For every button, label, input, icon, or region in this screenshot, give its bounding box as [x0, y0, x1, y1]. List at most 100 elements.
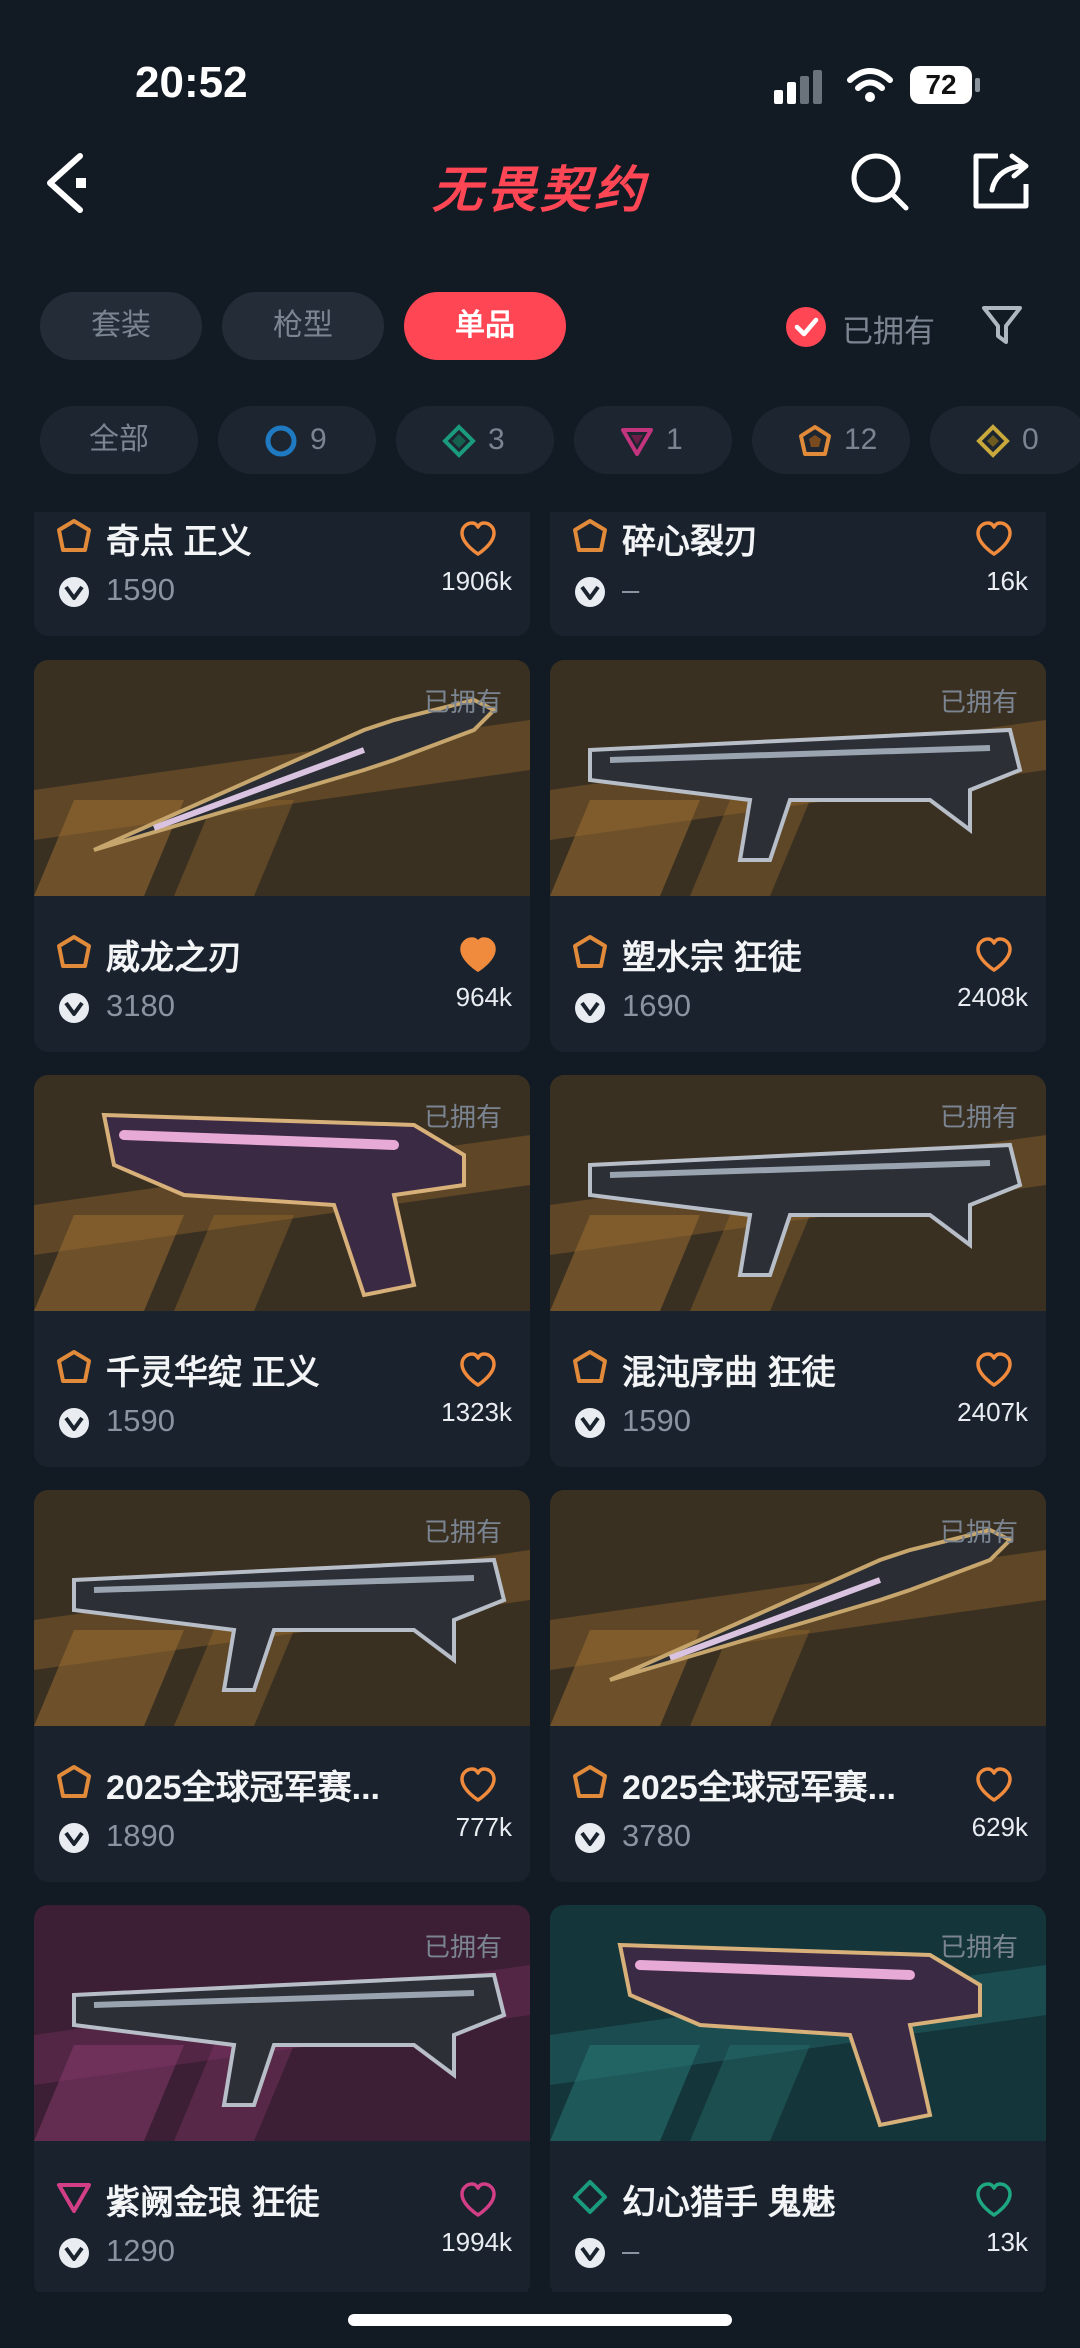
skin-card[interactable]: 已拥有 2025全球冠军赛... 3780 629k [550, 1490, 1046, 1882]
home-indicator[interactable] [348, 2314, 732, 2326]
like-count: 1906k [441, 566, 512, 596]
filter-icon[interactable] [980, 302, 1024, 348]
rarity-count: 12 [844, 423, 878, 456]
tier-icon [57, 519, 91, 552]
heart-icon[interactable] [974, 520, 1014, 556]
tier-icon [573, 935, 607, 968]
rarity-count: 1 [666, 423, 683, 456]
deluxe-tier-icon [442, 424, 476, 458]
heart-icon[interactable] [974, 1766, 1014, 1802]
like-count: 2408k [957, 982, 1028, 1012]
owned-filter-label[interactable]: 已拥有 [842, 306, 935, 351]
skin-card[interactable]: 已拥有 千灵华绽 正义 1590 1323k [34, 1075, 530, 1467]
like-count: 16k [986, 566, 1028, 596]
heart-icon[interactable] [974, 936, 1014, 972]
rarity-count: 3 [488, 423, 505, 456]
skin-name: 奇点 正义 [106, 523, 252, 561]
share-icon[interactable] [970, 150, 1032, 212]
skin-price: 1890 [106, 1818, 175, 1853]
wifi-icon [847, 68, 893, 102]
premium-tier-icon [621, 428, 653, 456]
like-count: 1323k [441, 1397, 512, 1427]
skin-card[interactable]: 已拥有 混沌序曲 狂徒 1590 2407k [550, 1075, 1046, 1467]
rarity-count: 9 [310, 423, 327, 456]
skin-price: – [622, 572, 640, 607]
heart-icon[interactable] [458, 1766, 498, 1802]
battery-level: 72 [925, 69, 957, 100]
owned-tag: 已拥有 [423, 1932, 502, 1962]
rarity-chip-all[interactable]: 全部 [40, 406, 198, 474]
heart-filled-icon[interactable] [458, 936, 498, 972]
skin-price: 1590 [622, 1403, 691, 1438]
tier-icon [573, 1350, 607, 1383]
skin-card[interactable]: 已拥有 幻心猎手 鬼魅 – 13k [550, 1905, 1046, 2292]
skin-name: 幻心猎手 鬼魅 [622, 2184, 836, 2222]
rarity-chip-premium[interactable]: 1 [574, 406, 732, 474]
exclusive-tier-icon [799, 425, 831, 456]
rarity-chip-select[interactable]: 9 [218, 406, 376, 474]
tier-icon [57, 935, 91, 968]
skin-card[interactable]: 已拥有 威龙之刃 3180 964k [34, 660, 530, 1052]
skin-price: 1690 [622, 988, 691, 1023]
like-count: 13k [986, 2227, 1028, 2257]
skin-card[interactable]: 已拥有 塑水宗 狂徒 1690 2408k [550, 660, 1046, 1052]
like-count: 629k [971, 1812, 1028, 1842]
skin-name: 混沌序曲 狂徒 [622, 1354, 836, 1392]
owned-tag: 已拥有 [423, 1517, 502, 1547]
search-icon[interactable] [850, 152, 910, 212]
skin-card[interactable]: 奇点 正义 1590 1906k [34, 512, 530, 636]
heart-icon[interactable] [458, 1351, 498, 1387]
valorant-points-icon [575, 1823, 605, 1853]
valorant-points-icon [575, 577, 605, 607]
rarity-chip-exclusive[interactable]: 12 [752, 406, 910, 474]
heart-icon[interactable] [458, 520, 498, 556]
status-bar: 20:52 72 [0, 0, 1080, 130]
rarity-chip-ultra[interactable]: 0 [930, 406, 1080, 474]
skin-name: 紫阙金琅 狂徒 [106, 2184, 320, 2222]
heart-icon[interactable] [974, 1351, 1014, 1387]
like-count: 964k [455, 982, 512, 1012]
skin-name: 碎心裂刃 [622, 523, 758, 561]
select-tier-icon [265, 425, 297, 457]
skin-price: 1290 [106, 2233, 175, 2268]
valorant-points-icon [59, 2238, 89, 2268]
owned-tag: 已拥有 [939, 1102, 1018, 1132]
skin-grid: 奇点 正义 1590 1906k 碎心裂刃 –16k 已拥有 威龙之刃 3180 964k 已拥有… [0, 512, 1080, 2292]
tier-icon [573, 1765, 607, 1798]
skin-name: 千灵华绽 正义 [106, 1354, 320, 1392]
like-count: 1994k [441, 2227, 512, 2257]
valorant-points-icon [575, 1408, 605, 1438]
skin-name: 威龙之刃 [106, 939, 242, 977]
like-count: 777k [455, 1812, 512, 1842]
rarity-chip-all-label: 全部 [89, 423, 149, 456]
cellular-signal-icon [774, 70, 822, 104]
valorant-points-icon [59, 1408, 89, 1438]
owned-tag: 已拥有 [423, 687, 502, 717]
skin-name: 2025全球冠军赛... [106, 1769, 380, 1807]
skin-card[interactable]: 已拥有紫阙金琅 狂徒 1290 1994k [34, 1905, 530, 2292]
skin-price: – [622, 2233, 640, 2268]
skin-price: 1590 [106, 572, 175, 607]
skin-card[interactable]: 碎心裂刃 – 16k [550, 512, 1046, 636]
owned-checkbox[interactable] [786, 307, 826, 347]
rarity-chip-deluxe[interactable]: 3 [396, 406, 554, 474]
tier-icon [57, 1765, 91, 1798]
tab-set[interactable]: 套装 [40, 292, 202, 360]
heart-icon[interactable] [458, 2181, 498, 2217]
valorant-points-icon [575, 993, 605, 1023]
owned-tag: 已拥有 [939, 1517, 1018, 1547]
rarity-count: 0 [1022, 423, 1039, 456]
heart-icon[interactable] [974, 2181, 1014, 2217]
skin-name: 塑水宗 狂徒 [622, 939, 802, 977]
tab-weapon-type[interactable]: 枪型 [222, 292, 384, 360]
tier-icon [573, 2180, 607, 2214]
tab-single-item[interactable]: 单品 [404, 292, 566, 360]
skin-price: 1590 [106, 1403, 175, 1438]
skin-name: 2025全球冠军赛... [622, 1769, 896, 1807]
tier-icon [573, 519, 607, 552]
valorant-points-icon [575, 2238, 605, 2268]
battery-icon: 72 [910, 66, 982, 106]
valorant-points-icon [59, 577, 89, 607]
skin-price: 3780 [622, 1818, 691, 1853]
skin-card[interactable]: 已拥有 2025全球冠军赛... 1890 777k [34, 1490, 530, 1882]
